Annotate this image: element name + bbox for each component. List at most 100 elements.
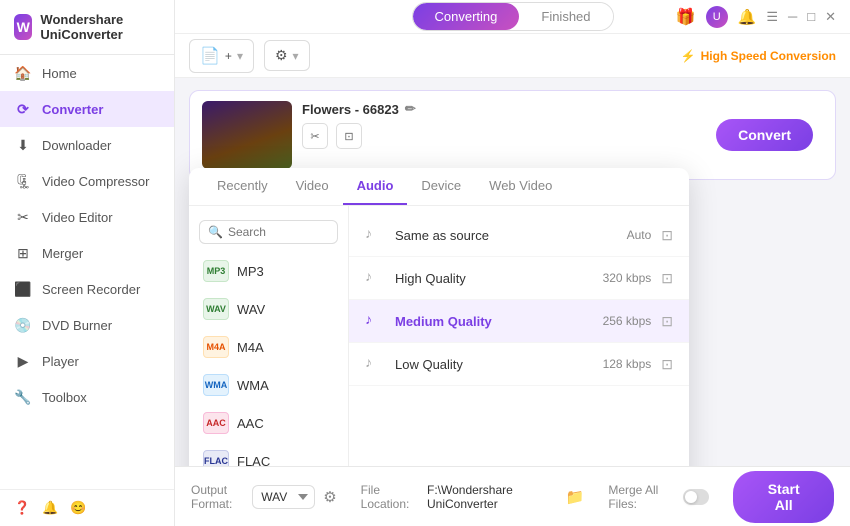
tab-converting[interactable]: Converting xyxy=(413,3,520,30)
app-logo: W xyxy=(14,14,32,40)
add-files-label: + xyxy=(225,49,232,63)
format-item-aac[interactable]: AAC AAC xyxy=(189,404,348,442)
quality-label-same: Same as source xyxy=(395,228,591,243)
sidebar-label-video-compressor: Video Compressor xyxy=(42,174,149,189)
notification-icon[interactable]: 🔔 xyxy=(42,500,58,516)
sidebar-label-toolbox: Toolbox xyxy=(42,390,87,405)
output-format-field: Output Format: WAV MP3 M4A AAC FLAC ⚙ xyxy=(191,483,337,511)
sidebar: W Wondershare UniConverter 🏠 Home ⟳ Conv… xyxy=(0,0,175,526)
bell-icon[interactable]: 🔔 xyxy=(738,8,757,26)
action-bar: 📄 + ▾ ⚙ ▾ ⚡ High Speed Conversion xyxy=(175,34,850,78)
sidebar-item-merger[interactable]: ⊞ Merger xyxy=(0,235,174,271)
quality-same-as-source[interactable]: ♪ Same as source Auto ⊡ xyxy=(349,214,689,257)
quality-medium[interactable]: ♪ Medium Quality 256 kbps ⊡ xyxy=(349,300,689,343)
sidebar-item-dvd-burner[interactable]: 💿 DVD Burner xyxy=(0,307,174,343)
sidebar-item-video-editor[interactable]: ✂ Video Editor xyxy=(0,199,174,235)
toolbox-icon: 🔧 xyxy=(14,388,32,406)
content-area: Flowers - 66823 ✏ ✂ ⊡ Convert Recently V… xyxy=(175,78,850,466)
video-compressor-icon: 🗜 xyxy=(14,172,32,190)
quality-value-same: Auto xyxy=(591,228,651,242)
sidebar-item-downloader[interactable]: ⬇ Downloader xyxy=(0,127,174,163)
close-button[interactable]: ✕ xyxy=(825,9,836,25)
output-format-settings-icon[interactable]: ⚙ xyxy=(323,488,336,506)
merger-icon: ⊞ xyxy=(14,244,32,262)
sidebar-item-player[interactable]: ▶ Player xyxy=(0,343,174,379)
quality-edit-icon-1[interactable]: ⊡ xyxy=(661,227,673,244)
settings-button[interactable]: ⚙ ▾ xyxy=(264,40,310,71)
quality-value-medium: 256 kbps xyxy=(591,314,651,328)
quality-edit-icon-2[interactable]: ⊡ xyxy=(661,270,673,287)
menu-icon[interactable]: ☰ xyxy=(766,9,778,25)
sidebar-item-video-compressor[interactable]: 🗜 Video Compressor xyxy=(0,163,174,199)
file-card: Flowers - 66823 ✏ ✂ ⊡ Convert xyxy=(189,90,836,180)
tab-finished[interactable]: Finished xyxy=(519,3,612,30)
format-label-wav: WAV xyxy=(237,302,265,317)
sidebar-item-home[interactable]: 🏠 Home xyxy=(0,55,174,91)
screen-recorder-icon: ⬛ xyxy=(14,280,32,298)
home-icon: 🏠 xyxy=(14,64,32,82)
quality-edit-icon-3[interactable]: ⊡ xyxy=(661,313,673,330)
scissors-button[interactable]: ✂ xyxy=(302,123,328,149)
sidebar-label-home: Home xyxy=(42,66,77,81)
toggle-knob xyxy=(685,491,697,503)
thumbnail-image xyxy=(202,101,292,169)
high-speed-conversion-button[interactable]: ⚡ High Speed Conversion xyxy=(681,49,836,63)
music-note-icon-4: ♪ xyxy=(365,354,385,374)
start-all-button[interactable]: Start All xyxy=(733,471,834,523)
merge-toggle-switch[interactable] xyxy=(683,489,710,505)
quality-value-low: 128 kbps xyxy=(591,357,651,371)
music-note-icon-3: ♪ xyxy=(365,311,385,331)
format-item-m4a[interactable]: M4A M4A xyxy=(189,328,348,366)
add-files-button[interactable]: 📄 + ▾ xyxy=(189,39,254,73)
music-note-icon-2: ♪ xyxy=(365,268,385,288)
sidebar-label-dvd-burner: DVD Burner xyxy=(42,318,112,333)
file-edit-icon[interactable]: ✏ xyxy=(405,101,416,117)
tab-audio[interactable]: Audio xyxy=(343,168,408,205)
file-location-value: F:\Wondershare UniConverter xyxy=(427,483,558,511)
quality-edit-icon-4[interactable]: ⊡ xyxy=(661,356,673,373)
tab-device[interactable]: Device xyxy=(407,168,475,205)
sidebar-label-video-editor: Video Editor xyxy=(42,210,113,225)
app-name: Wondershare UniConverter xyxy=(40,12,160,42)
sidebar-label-screen-recorder: Screen Recorder xyxy=(42,282,140,297)
format-list: 🔍 MP3 MP3 WAV WAV M4A xyxy=(189,206,349,466)
search-icon: 🔍 xyxy=(208,225,223,239)
gift-icon[interactable]: 🎁 xyxy=(676,7,696,27)
tab-recently[interactable]: Recently xyxy=(203,168,282,205)
profile-icon[interactable]: 😊 xyxy=(70,500,86,516)
file-location-label: File Location: xyxy=(361,483,419,511)
file-location-icon[interactable]: 📁 xyxy=(566,488,585,506)
minimize-button[interactable]: ─ xyxy=(788,9,797,24)
sidebar-label-player: Player xyxy=(42,354,79,369)
format-label-mp3: MP3 xyxy=(237,264,264,279)
dropdown-tabs: Recently Video Audio Device Web Video xyxy=(189,168,689,206)
video-editor-icon: ✂ xyxy=(14,208,32,226)
sidebar-bottom: ❓ 🔔 😊 xyxy=(0,489,174,526)
help-icon[interactable]: ❓ xyxy=(14,500,30,516)
sidebar-label-downloader: Downloader xyxy=(42,138,111,153)
tab-web-video[interactable]: Web Video xyxy=(475,168,566,205)
format-item-wma[interactable]: WMA WMA xyxy=(189,366,348,404)
user-avatar[interactable]: U xyxy=(706,6,728,28)
sidebar-item-screen-recorder[interactable]: ⬛ Screen Recorder xyxy=(0,271,174,307)
convert-button[interactable]: Convert xyxy=(716,119,813,151)
format-label-aac: AAC xyxy=(237,416,264,431)
file-name-text: Flowers - 66823 xyxy=(302,102,399,117)
tab-video[interactable]: Video xyxy=(282,168,343,205)
format-item-wav[interactable]: WAV WAV xyxy=(189,290,348,328)
crop-button[interactable]: ⊡ xyxy=(336,123,362,149)
quality-high[interactable]: ♪ High Quality 320 kbps ⊡ xyxy=(349,257,689,300)
sidebar-item-converter[interactable]: ⟳ Converter xyxy=(0,91,174,127)
converter-icon: ⟳ xyxy=(14,100,32,118)
maximize-button[interactable]: □ xyxy=(807,9,815,24)
wav-icon: WAV xyxy=(203,298,229,320)
quality-low[interactable]: ♪ Low Quality 128 kbps ⊡ xyxy=(349,343,689,386)
format-item-mp3[interactable]: MP3 MP3 xyxy=(189,252,348,290)
output-format-select[interactable]: WAV MP3 M4A AAC FLAC xyxy=(252,485,315,509)
settings-icon: ⚙ xyxy=(275,47,288,64)
search-input[interactable] xyxy=(228,225,329,239)
format-label-m4a: M4A xyxy=(237,340,264,355)
sidebar-item-toolbox[interactable]: 🔧 Toolbox xyxy=(0,379,174,415)
format-search[interactable]: 🔍 xyxy=(199,220,338,244)
format-item-flac[interactable]: FLAC FLAC xyxy=(189,442,348,466)
